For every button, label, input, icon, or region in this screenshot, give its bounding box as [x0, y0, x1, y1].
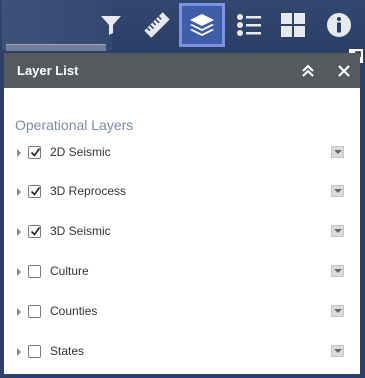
panel-header: Layer List: [4, 53, 360, 88]
double-chevron-up-icon: [302, 64, 314, 77]
expand-arrow-icon[interactable]: [17, 228, 21, 236]
layer-row: Counties: [4, 302, 360, 324]
layers-icon: [190, 14, 214, 36]
layer-checkbox[interactable]: [28, 345, 41, 358]
legend-tool-button[interactable]: [226, 3, 272, 47]
layer-name: 2D Seismic: [50, 145, 111, 159]
layer-menu-button[interactable]: [331, 146, 344, 158]
basemap-tool-button[interactable]: [270, 3, 316, 47]
about-tool-button[interactable]: [316, 3, 362, 47]
layer-checkbox[interactable]: [28, 265, 41, 278]
panel-title: Layer List: [17, 63, 79, 78]
layer-row: 3D Seismic: [4, 222, 360, 244]
layer-name: 3D Seismic: [50, 224, 111, 238]
layer-checkbox[interactable]: [28, 146, 41, 159]
layer-checkbox[interactable]: [28, 225, 41, 238]
layer-name: Culture: [50, 264, 89, 278]
layer-row: States: [4, 342, 360, 364]
layer-menu-button[interactable]: [331, 185, 344, 197]
layer-menu-button[interactable]: [331, 305, 344, 317]
expand-arrow-icon[interactable]: [17, 308, 21, 316]
layer-checkbox[interactable]: [28, 185, 41, 198]
measure-tool-button[interactable]: [134, 3, 180, 47]
filter-icon: [101, 16, 121, 35]
layer-row: 2D Seismic: [4, 143, 360, 165]
layer-name: States: [50, 344, 85, 358]
info-icon: [327, 13, 351, 37]
expand-arrow-icon[interactable]: [17, 188, 21, 196]
layer-checkbox[interactable]: [28, 305, 41, 318]
close-icon: [338, 65, 350, 77]
layer-list-panel: Layer List Operational Layers 2D Seismic…: [4, 53, 360, 374]
layer-menu-button[interactable]: [331, 225, 344, 237]
section-title: Operational Layers: [15, 117, 134, 133]
toolbar: [0, 0, 365, 51]
layer-row: 3D Reprocess: [4, 182, 360, 204]
checkmark-icon: [30, 187, 41, 196]
checkmark-icon: [30, 227, 41, 236]
layer-row: Culture: [4, 262, 360, 284]
expand-arrow-icon[interactable]: [17, 149, 21, 157]
layer-name: 3D Reprocess: [50, 184, 127, 198]
expand-arrow-icon[interactable]: [17, 348, 21, 356]
checkmark-icon: [30, 148, 41, 157]
measure-icon: [144, 12, 170, 38]
filter-tool-button[interactable]: [88, 3, 134, 47]
basemap-gallery-icon: [281, 13, 305, 37]
layer-menu-button[interactable]: [331, 345, 344, 357]
close-button[interactable]: [334, 61, 354, 81]
layer-name: Counties: [50, 304, 98, 318]
expand-arrow-icon[interactable]: [17, 268, 21, 276]
legend-icon: [237, 14, 261, 36]
collapse-button[interactable]: [298, 61, 318, 81]
layer-menu-button[interactable]: [331, 265, 344, 277]
layer-list-tool-button[interactable]: [179, 3, 225, 47]
